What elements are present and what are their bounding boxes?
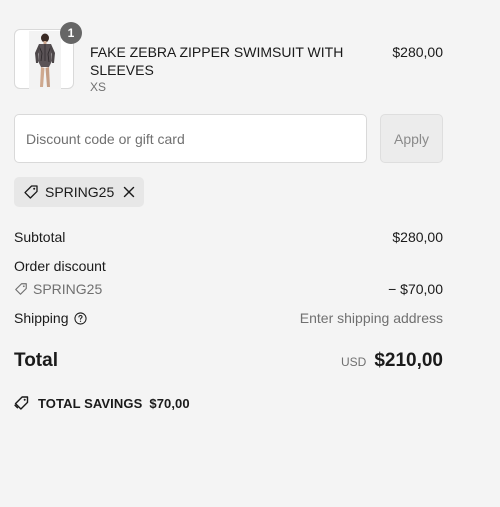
discount-code: SPRING25 <box>14 281 102 297</box>
item-info: FAKE ZEBRA ZIPPER SWIMSUIT WITH SLEEVES … <box>90 43 392 94</box>
discount-amount: − $70,00 <box>388 281 443 297</box>
discount-code-label: SPRING25 <box>33 281 103 297</box>
total-savings: TOTAL SAVINGS $70,00 <box>14 395 443 411</box>
savings-amount: $70,00 <box>149 395 190 411</box>
currency-code: USD <box>340 355 367 369</box>
discount-code-input[interactable] <box>14 114 367 163</box>
order-discount-label: Order discount <box>14 258 106 274</box>
total-value: $210,00 <box>374 350 443 371</box>
apply-button[interactable]: Apply <box>380 114 443 163</box>
order-summary: 1 FAKE ZEBRA ZIPPER SWIMSUIT WITH SLEEVE… <box>14 22 443 411</box>
quantity-badge: 1 <box>60 22 82 44</box>
shipping-row: Shipping Enter shipping address <box>14 310 443 326</box>
order-discount-row: Order discount <box>14 258 443 274</box>
subtotal-label: Subtotal <box>14 229 66 245</box>
tags-icon <box>14 396 29 410</box>
subtotal-row: Subtotal $280,00 <box>14 229 443 245</box>
item-name: FAKE ZEBRA ZIPPER SWIMSUIT WITH SLEEVES <box>90 44 344 78</box>
applied-discount-chip: SPRING25 <box>14 177 145 207</box>
shipping-label: Shipping <box>14 310 69 326</box>
savings-label: TOTAL SAVINGS <box>38 395 143 411</box>
product-thumbnail: 1 <box>14 22 82 89</box>
total-label: Total <box>14 350 58 371</box>
shipping: Shipping <box>14 310 87 326</box>
help-icon[interactable] <box>73 311 87 325</box>
total-row: Total USD $210,00 <box>14 350 443 372</box>
swimsuit-product-image <box>29 31 61 89</box>
total-amount: USD $210,00 <box>341 350 443 372</box>
discount-code-row: SPRING25 − $70,00 <box>14 281 443 297</box>
discount-row: Apply <box>14 114 443 163</box>
close-icon[interactable] <box>123 186 135 198</box>
tag-icon <box>23 184 39 200</box>
item-variant: XS <box>90 80 107 94</box>
subtotal-value: $280,00 <box>392 229 443 245</box>
shipping-value: Enter shipping address <box>299 310 443 326</box>
item-price: $280,00 <box>392 44 443 60</box>
tag-icon <box>15 283 27 295</box>
applied-code-label: SPRING25 <box>45 184 115 200</box>
line-item: 1 FAKE ZEBRA ZIPPER SWIMSUIT WITH SLEEVE… <box>14 22 443 94</box>
